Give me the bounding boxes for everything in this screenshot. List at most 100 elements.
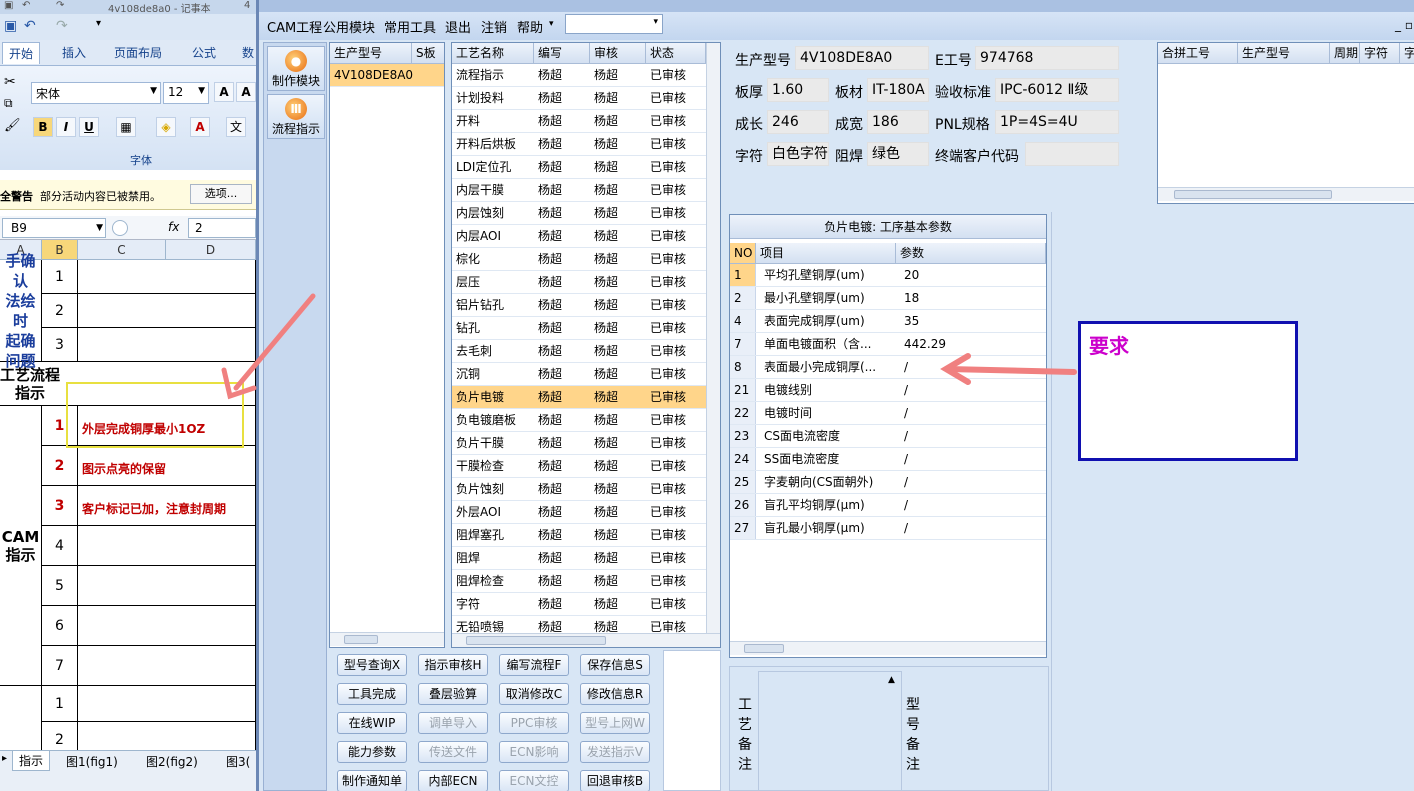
table-row[interactable]: 铝片钻孔 杨超 杨超 已审核 [452, 294, 706, 317]
table-row[interactable]: 22 电镀时间 / [730, 402, 1046, 425]
action-button[interactable]: 工具完成 [337, 683, 407, 705]
col-header-char[interactable]: 字符 [1360, 43, 1400, 64]
table-row[interactable]: 2 最小孔壁铜厚(um) 18 [730, 287, 1046, 310]
action-button[interactable]: 能力参数 [337, 741, 407, 763]
table-row[interactable]: 内层AOI 杨超 杨超 已审核 [452, 225, 706, 248]
col-header-writer[interactable]: 编写 [534, 43, 590, 64]
cell-row-number[interactable]: 2 [42, 446, 78, 486]
table-row[interactable]: 4V108DE8A0 [330, 64, 444, 87]
scroll-thumb[interactable] [344, 635, 378, 644]
action-button[interactable]: 传送文件 [418, 741, 488, 763]
table-row[interactable]: 计划投料 杨超 杨超 已审核 [452, 87, 706, 110]
cell-empty[interactable] [78, 686, 256, 722]
width-field[interactable]: 186 [867, 110, 929, 134]
shrink-font-icon[interactable]: A [236, 82, 256, 102]
save-icon[interactable]: ▣ [4, 18, 17, 34]
undo-icon[interactable]: ↶ [22, 0, 30, 11]
scroll-thumb[interactable] [466, 636, 606, 645]
action-button[interactable]: 内部ECN [418, 770, 488, 791]
redo-icon[interactable]: ↷ [56, 18, 68, 34]
col-header-no[interactable]: NO [730, 243, 756, 264]
menu-exit[interactable]: 退出 [445, 17, 471, 36]
col-header-s[interactable]: S板 [412, 43, 444, 64]
formula-input[interactable]: 2 [188, 218, 256, 238]
char-field[interactable]: 白色字符 [767, 142, 829, 166]
customer-field[interactable] [1025, 142, 1119, 166]
table-row[interactable]: 内层干膜 杨超 杨超 已审核 [452, 179, 706, 202]
pnl-field[interactable]: 1P=4S=4U [995, 110, 1119, 134]
chevron-down-icon[interactable]: ▾ [96, 18, 101, 29]
font-size-select[interactable]: 12 ▼ [163, 82, 209, 104]
standard-field[interactable]: IPC-6012 Ⅱ级 [995, 78, 1119, 102]
e-no-field[interactable]: 974768 [975, 46, 1119, 70]
action-button[interactable]: 编写流程F [499, 654, 569, 676]
action-button[interactable]: 型号上网W [580, 712, 650, 734]
tab-insert[interactable]: 插入 [62, 44, 86, 61]
material-field[interactable]: IT-180A [867, 78, 929, 102]
col-header-d[interactable]: D [166, 240, 256, 260]
phonetic-icon[interactable]: 文 [226, 117, 246, 137]
process-remark-input[interactable] [758, 671, 902, 791]
table-row[interactable]: 开料 杨超 杨超 已审核 [452, 110, 706, 133]
action-button[interactable]: 制作通知单 [337, 770, 407, 791]
table-row[interactable]: 开料后烘板 杨超 杨超 已审核 [452, 133, 706, 156]
action-button[interactable]: ECN文控 [499, 770, 569, 791]
chevron-down-icon[interactable]: ▾ [549, 19, 554, 29]
tab-formulas[interactable]: 公式 [192, 44, 216, 61]
col-header-model[interactable]: 生产型号 [1238, 43, 1330, 64]
cell-row-number[interactable]: 5 [42, 566, 78, 606]
table-row[interactable]: 沉铜 杨超 杨超 已审核 [452, 363, 706, 386]
table-row[interactable]: 钻孔 杨超 杨超 已审核 [452, 317, 706, 340]
scroll-thumb[interactable] [1174, 190, 1332, 199]
col-header-b[interactable]: B [42, 240, 78, 260]
border-icon[interactable]: ▦ [116, 117, 136, 137]
menu-tools[interactable]: 常用工具 [384, 17, 436, 36]
action-button[interactable]: 调单导入 [418, 712, 488, 734]
action-button[interactable]: 在线WIP [337, 712, 407, 734]
sheet-tab-fig3[interactable]: 图3( [226, 753, 250, 770]
font-color-icon[interactable]: A [190, 117, 210, 137]
table-row[interactable]: 棕化 杨超 杨超 已审核 [452, 248, 706, 271]
table-row[interactable]: 字符 杨超 杨超 已审核 [452, 593, 706, 616]
col-header-item[interactable]: 项目 [756, 243, 896, 264]
action-button[interactable]: 发送指示V [580, 741, 650, 763]
tab-page-layout[interactable]: 页面布局 [114, 44, 162, 61]
cell-empty[interactable] [78, 566, 256, 606]
scroll-thumb[interactable] [744, 644, 784, 653]
menu-cam[interactable]: CAM工程 [267, 17, 322, 36]
cell-row-number[interactable]: 4 [42, 526, 78, 566]
col-header-extra[interactable]: 字 [1400, 43, 1414, 64]
underline-button[interactable]: U [79, 117, 99, 137]
undo-icon[interactable]: ↶ [24, 18, 36, 34]
cell-row-number[interactable]: 2 [42, 294, 78, 328]
table-row[interactable]: 阻焊 杨超 杨超 已审核 [452, 547, 706, 570]
col-header-reviewer[interactable]: 审核 [590, 43, 646, 64]
cell-confirm-note[interactable]: 手确认 法绘时 起确 问题 [0, 252, 42, 370]
sheet-tab-instructions[interactable]: 指示 [12, 751, 51, 771]
menu-combo[interactable]: ▾ [565, 14, 663, 34]
table-row[interactable]: 外层AOI 杨超 杨超 已审核 [452, 501, 706, 524]
cell-empty[interactable] [78, 294, 256, 328]
format-painter-icon[interactable]: 🖌 [4, 118, 21, 133]
table-row[interactable]: 负片电镀 杨超 杨超 已审核 [452, 386, 706, 409]
table-row[interactable]: 负片蚀刻 杨超 杨超 已审核 [452, 478, 706, 501]
menu-logout[interactable]: 注销 [481, 17, 507, 36]
bold-button[interactable]: B [33, 117, 53, 137]
action-button[interactable]: PPC审核 [499, 712, 569, 734]
table-row[interactable]: 26 盲孔平均铜厚(μm) / [730, 494, 1046, 517]
action-button[interactable]: 叠层验算 [418, 683, 488, 705]
cell-row-number[interactable]: 1 [42, 260, 78, 294]
save-icon[interactable]: ▣ [4, 0, 13, 11]
scrollbar[interactable] [330, 632, 444, 646]
table-row[interactable]: 23 CS面电流密度 / [730, 425, 1046, 448]
col-header-c[interactable]: C [78, 240, 166, 260]
italic-button[interactable]: I [56, 117, 76, 137]
table-row[interactable]: 层压 杨超 杨超 已审核 [452, 271, 706, 294]
cell-empty[interactable] [78, 260, 256, 294]
table-row[interactable]: 负片干膜 杨超 杨超 已审核 [452, 432, 706, 455]
thickness-field[interactable]: 1.60 [767, 78, 829, 102]
table-row[interactable]: 24 SS面电流密度 / [730, 448, 1046, 471]
options-button[interactable]: 选项... [190, 184, 252, 204]
cell-row-number[interactable]: 7 [42, 646, 78, 686]
scrollbar[interactable] [452, 633, 720, 647]
